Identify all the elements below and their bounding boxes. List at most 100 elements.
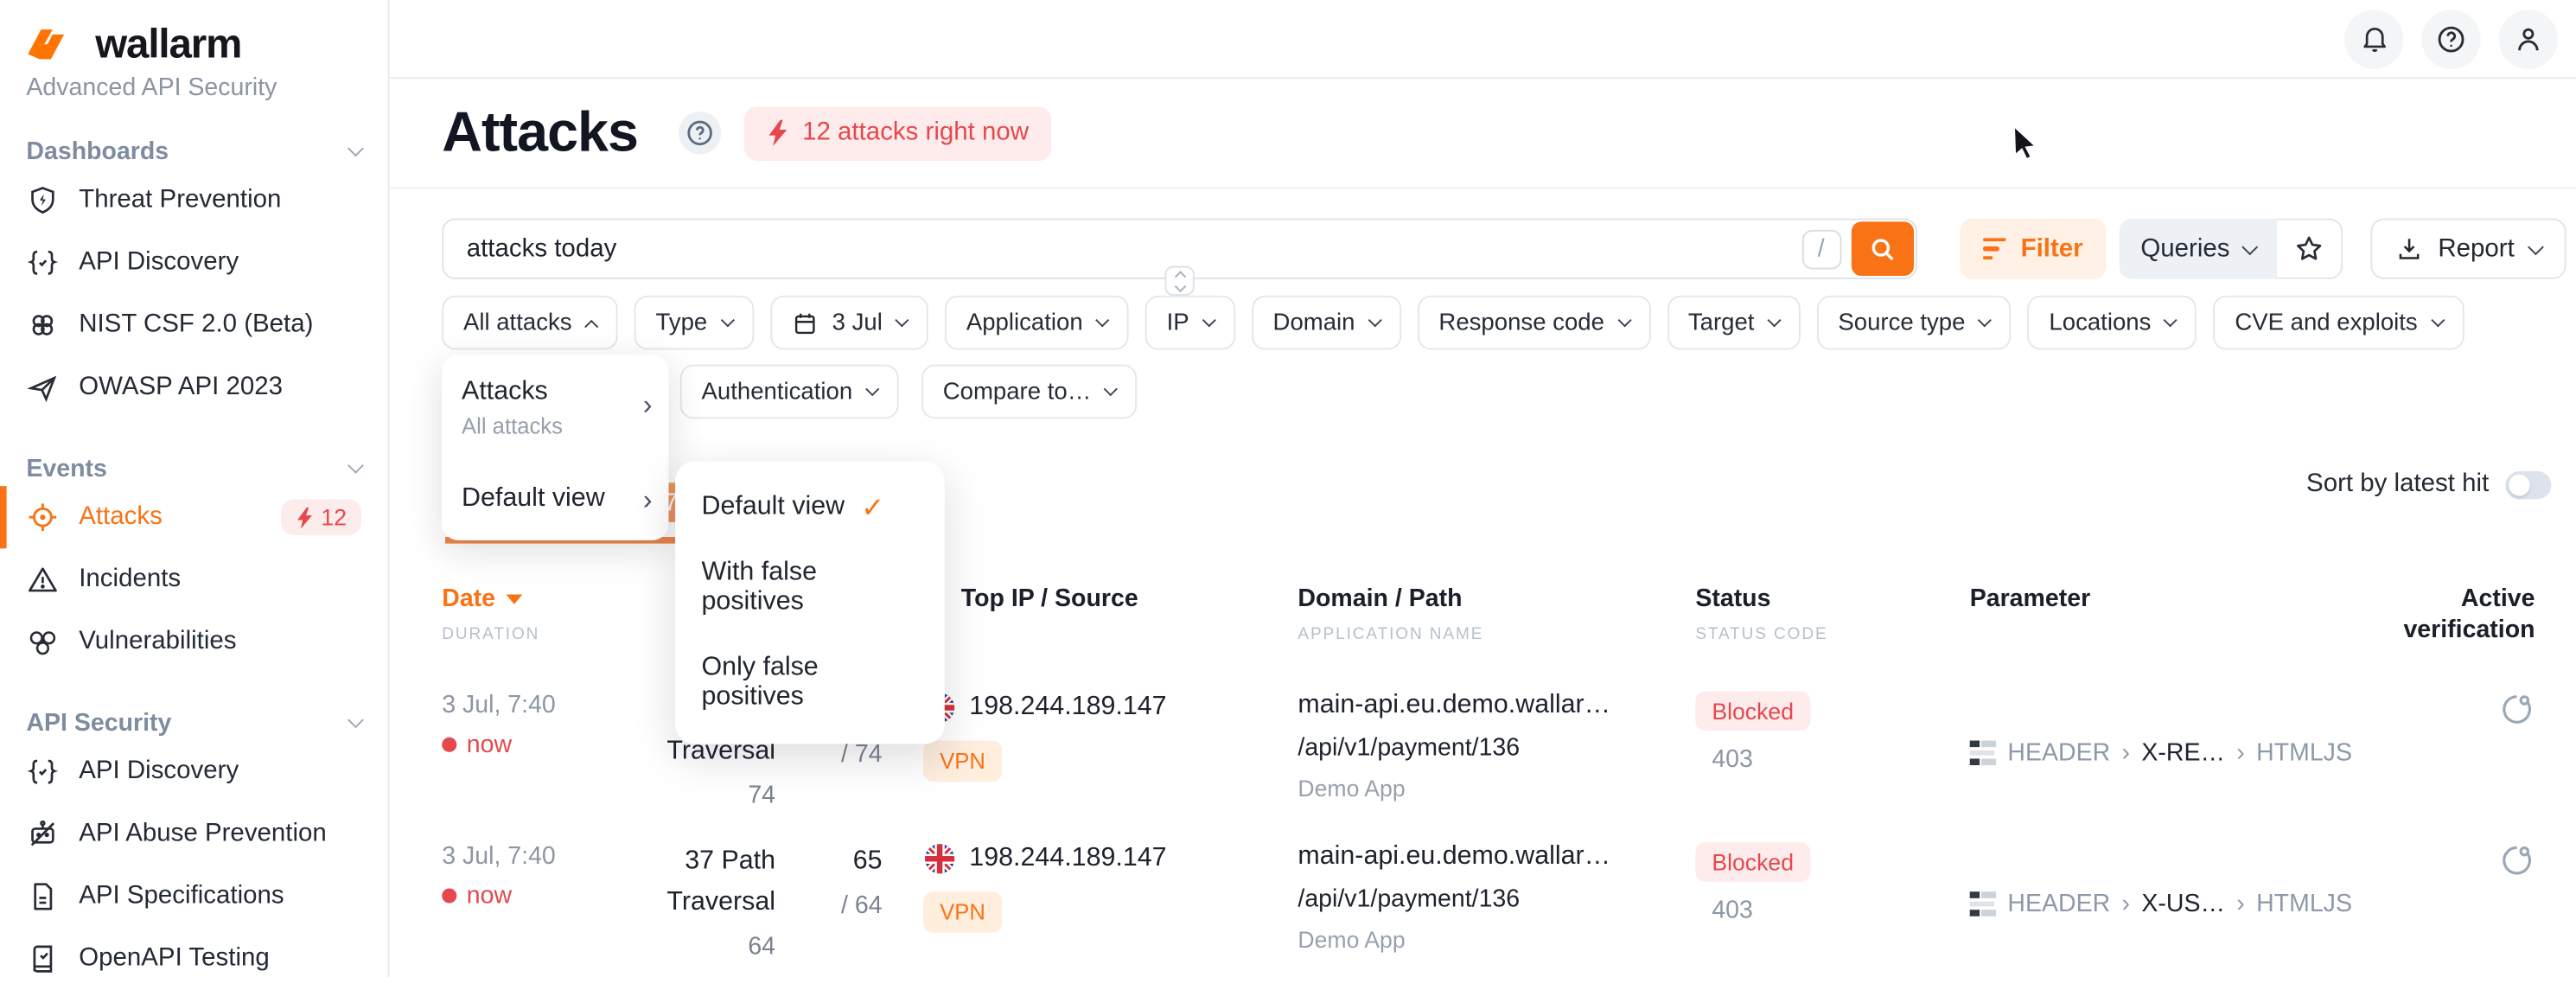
chip-all-attacks[interactable]: All attacks <box>442 296 618 350</box>
sidebar-item-incidents[interactable]: Incidents <box>0 548 388 610</box>
sort-desc-icon <box>505 594 521 604</box>
sidebar-item-api-specifications[interactable]: API Specifications <box>0 865 388 928</box>
menu-item-default-view[interactable]: Default view › <box>442 471 668 527</box>
table-row[interactable]: 3 Jul, 7:40 now 37 Path Traversal 64 65 … <box>442 842 2535 965</box>
sidebar-item-openapi-testing[interactable]: OpenAPI Testing <box>0 928 388 990</box>
chip-date[interactable]: 3 Jul <box>769 296 928 350</box>
uk-flag-icon <box>923 842 956 875</box>
shield-bolt-icon <box>26 184 59 217</box>
bell-icon <box>2358 23 2389 54</box>
download-icon <box>2395 235 2423 263</box>
sidebar-item-attacks[interactable]: Attacks 12 <box>0 486 388 548</box>
cell-attack-type: 37 Path Traversal 64 <box>575 842 775 965</box>
filter-button[interactable]: Filter <box>1960 219 2106 279</box>
cell-active-verification[interactable] <box>2403 842 2535 965</box>
status-code: 403 <box>1712 745 1969 773</box>
blocked-badge: Blocked <box>1695 842 1810 882</box>
ip-address[interactable]: 198.244.189.147 <box>969 844 1166 873</box>
clover-icon <box>26 309 59 342</box>
page-header: Attacks 12 attacks right now <box>389 79 2576 188</box>
search-expander-handle[interactable] <box>1164 266 1194 296</box>
vpn-badge[interactable]: VPN <box>923 891 1002 932</box>
chip-application[interactable]: Application <box>945 296 1129 350</box>
favorite-query-button[interactable] <box>2278 219 2343 279</box>
chevron-down-icon <box>348 140 364 156</box>
cell-active-verification[interactable] <box>2403 692 2535 814</box>
cell-parameter[interactable]: HEADER › X-RE… › HTMLJS <box>1970 692 2404 814</box>
chip-ip[interactable]: IP <box>1145 296 1235 350</box>
app-window: wallarm Advanced API Security Dashboards… <box>0 0 2576 977</box>
sidebar-section-dashboards[interactable]: Dashboards <box>0 133 388 169</box>
sidebar-item-threat-prevention[interactable]: Threat Prevention <box>0 169 388 232</box>
sidebar-section-api-security[interactable]: API Security <box>0 705 388 741</box>
menu-item-attacks[interactable]: Attacks All attacks › <box>442 365 668 449</box>
topbar <box>389 0 2576 79</box>
chip-source-type[interactable]: Source type <box>1817 296 2012 350</box>
cell-status: Blocked 403 <box>1695 692 1969 814</box>
vpn-badge[interactable]: VPN <box>923 741 1002 782</box>
cell-domain-path: main-api.eu.demo.wallar… /api/v1/payment… <box>1298 692 1695 814</box>
col-parameter: Parameter <box>1970 584 2404 646</box>
cell-domain-path: main-api.eu.demo.wallar… /api/v1/payment… <box>1298 842 1695 965</box>
chevron-down-icon <box>2527 238 2543 254</box>
chip-compare-to[interactable]: Compare to… <box>921 365 1137 419</box>
sidebar-item-api-discovery-2[interactable]: API Discovery <box>0 741 388 803</box>
chip-authentication[interactable]: Authentication <box>680 365 899 419</box>
ip-address[interactable]: 198.244.189.147 <box>969 693 1166 722</box>
domain[interactable]: main-api.eu.demo.wallar… <box>1298 692 1695 721</box>
page-help-button[interactable] <box>679 112 722 154</box>
header-lines-icon <box>1970 892 1996 917</box>
submenu-item-only-false-positives[interactable]: Only false positives <box>675 636 945 731</box>
submenu-item-default-view[interactable]: Default view ✓ <box>675 475 945 540</box>
chip-locations[interactable]: Locations <box>2028 296 2197 350</box>
question-circle-icon <box>685 118 715 148</box>
chevron-down-icon <box>865 382 879 396</box>
star-icon <box>2294 233 2325 265</box>
search-button[interactable] <box>1851 221 1913 276</box>
warning-triangle-icon <box>26 563 59 596</box>
domain[interactable]: main-api.eu.demo.wallar… <box>1298 842 1695 872</box>
path[interactable]: /api/v1/payment/136 <box>1298 885 1695 913</box>
chip-target[interactable]: Target <box>1667 296 1801 350</box>
document-icon <box>26 880 59 913</box>
cell-date: 3 Jul, 7:40 now <box>442 842 575 965</box>
cell-ip-source: 198.244.189.147 VPN <box>883 842 1298 965</box>
sidebar-section-events[interactable]: Events <box>0 450 388 486</box>
chevron-down-icon <box>2430 313 2444 327</box>
main-area: Attacks 12 attacks right now / <box>389 0 2576 977</box>
bolt-icon <box>768 120 789 146</box>
sidebar-item-api-discovery[interactable]: API Discovery <box>0 232 388 294</box>
queries-dropdown[interactable]: Queries <box>2120 219 2278 279</box>
sidebar: wallarm Advanced API Security Dashboards… <box>0 0 389 977</box>
path[interactable]: /api/v1/payment/136 <box>1298 734 1695 762</box>
sidebar-item-vulnerabilities[interactable]: Vulnerabilities <box>0 610 388 673</box>
sidebar-item-api-abuse-prevention[interactable]: API Abuse Prevention <box>0 803 388 865</box>
sidebar-item-owasp-api[interactable]: OWASP API 2023 <box>0 356 388 418</box>
search-input[interactable] <box>467 234 1801 264</box>
slash-shortcut-hint: / <box>1801 229 1841 269</box>
report-button[interactable]: Report <box>2370 219 2565 279</box>
chevron-down-icon <box>348 712 364 728</box>
chip-response-code[interactable]: Response code <box>1418 296 1650 350</box>
chevron-down-icon <box>1368 313 1381 327</box>
filter-icon <box>1983 238 2006 260</box>
chip-cve-exploits[interactable]: CVE and exploits <box>2214 296 2464 350</box>
page-title: Attacks <box>442 101 638 165</box>
col-date[interactable]: Date DURATION <box>442 584 575 646</box>
cell-parameter[interactable]: HEADER › X-US… › HTMLJS <box>1970 842 2404 965</box>
header-lines-icon <box>1970 741 1996 765</box>
chip-type[interactable]: Type <box>634 296 754 350</box>
check-icon: ✓ <box>861 494 884 521</box>
sort-toggle[interactable] <box>2505 470 2551 498</box>
sidebar-item-nist-csf[interactable]: NIST CSF 2.0 (Beta) <box>0 294 388 356</box>
brand-subtitle: Advanced API Security <box>0 73 388 101</box>
notifications-button[interactable] <box>2344 9 2403 67</box>
braces-check-icon <box>26 756 59 789</box>
chevron-down-icon <box>2164 313 2177 327</box>
attacks-now-badge[interactable]: 12 attacks right now <box>745 105 1052 160</box>
submenu-item-with-false-positives[interactable]: With false positives <box>675 540 945 636</box>
help-button[interactable] <box>2421 9 2480 67</box>
brand[interactable]: wallarm <box>0 20 388 69</box>
account-button[interactable] <box>2499 9 2558 67</box>
chip-domain[interactable]: Domain <box>1252 296 1401 350</box>
